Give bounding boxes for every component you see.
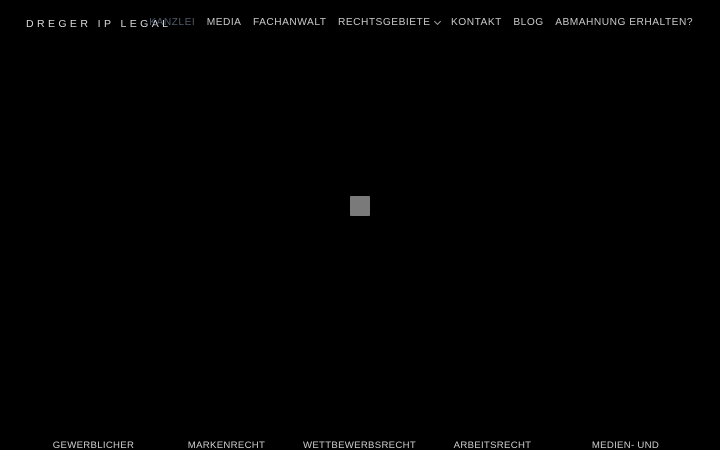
nav-item-label: RECHTSGEBIETE [337, 17, 431, 28]
nav-item-label: BLOG [513, 17, 544, 28]
nav-item-label: ABMAHNUNG ERHALTEN? [555, 17, 693, 28]
practice-areas-strip: GEWERBLICHER MARKENRECHT WETTBEWERBSRECH… [0, 440, 720, 450]
nav-item-kontakt[interactable]: KONTAKT [451, 17, 502, 28]
nav-item-abmahnung[interactable]: ABMAHNUNG ERHALTEN? [555, 17, 693, 28]
nav-item-blog[interactable]: BLOG [513, 17, 543, 28]
nav-item-rechtsgebiete[interactable]: RECHTSGEBIETE [337, 17, 441, 28]
nav-item-label: MEDIA [206, 17, 242, 28]
nav-item-label: KONTAKT [451, 17, 502, 28]
loading-spinner-icon [350, 196, 370, 216]
nav-item-kanzlei[interactable]: KANZLEI [149, 17, 195, 28]
nav-item-label: KANZLEI [149, 17, 196, 28]
main-navigation: KANZLEI MEDIA FACHANWALT RECHTSGEBIETE K… [149, 17, 693, 28]
category-wettbewerbsrecht[interactable]: WETTBEWERBSRECHT [293, 440, 426, 450]
nav-item-media[interactable]: MEDIA [207, 17, 242, 28]
category-gewerblicher[interactable]: GEWERBLICHER [27, 440, 160, 450]
chevron-down-icon [433, 17, 441, 25]
page: DREGER IP LEGAL KANZLEI MEDIA FACHANWALT… [0, 0, 720, 450]
category-medien[interactable]: MEDIEN- UND [559, 440, 692, 450]
category-arbeitsrecht[interactable]: ARBEITSRECHT [426, 440, 559, 450]
site-header: DREGER IP LEGAL KANZLEI MEDIA FACHANWALT… [0, 0, 720, 48]
nav-item-label: FACHANWALT [252, 17, 327, 28]
category-markenrecht[interactable]: MARKENRECHT [160, 440, 293, 450]
nav-item-fachanwalt[interactable]: FACHANWALT [253, 17, 327, 28]
